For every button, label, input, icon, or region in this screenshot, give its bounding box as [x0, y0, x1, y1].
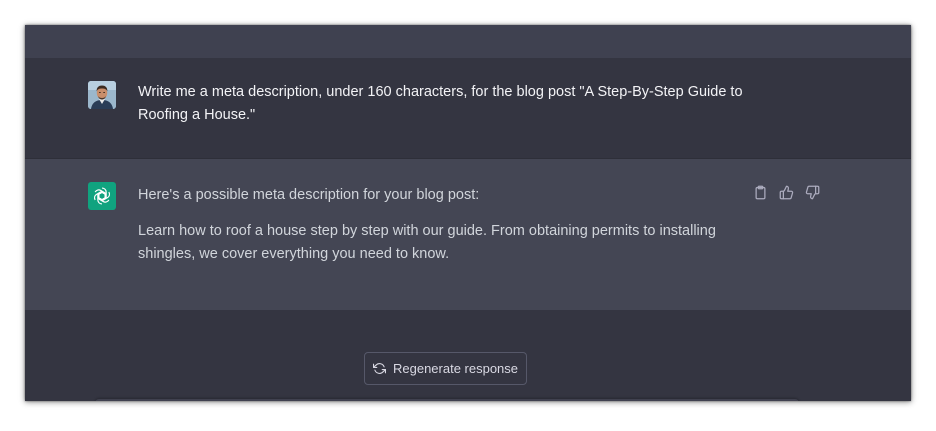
user-photo-icon: [88, 81, 116, 109]
copy-button[interactable]: [751, 183, 769, 201]
openai-logo-icon: [93, 187, 111, 205]
user-avatar: [88, 81, 116, 109]
refresh-icon: [372, 363, 386, 374]
assistant-message-row: Here's a possible meta description for y…: [25, 158, 911, 311]
regenerate-response-button[interactable]: Regenerate response: [364, 352, 527, 385]
assistant-paragraph-description: Learn how to roof a house step by step w…: [138, 223, 716, 262]
user-message-row: Write me a meta description, under 160 c…: [25, 58, 911, 158]
assistant-paragraph-intro: Here's a possible meta description for y…: [138, 187, 480, 203]
top-strip: [25, 25, 911, 58]
composer-area: Regenerate response: [25, 310, 911, 401]
thumbs-down-icon: [805, 185, 819, 199]
user-message-text: Write me a meta description, under 160 c…: [138, 84, 743, 123]
clipboard-icon: [755, 185, 765, 199]
message-actions: [751, 183, 821, 201]
thumbs-up-button[interactable]: [777, 183, 795, 201]
message-input[interactable]: [95, 399, 799, 401]
assistant-message-text: Here's a possible meta description for y…: [138, 184, 748, 279]
thumbs-up-icon: [779, 185, 793, 199]
chat-window: Write me a meta description, under 160 c…: [25, 25, 911, 401]
assistant-avatar: [88, 182, 116, 210]
regenerate-label: Regenerate response: [392, 361, 519, 376]
thumbs-down-button[interactable]: [803, 183, 821, 201]
